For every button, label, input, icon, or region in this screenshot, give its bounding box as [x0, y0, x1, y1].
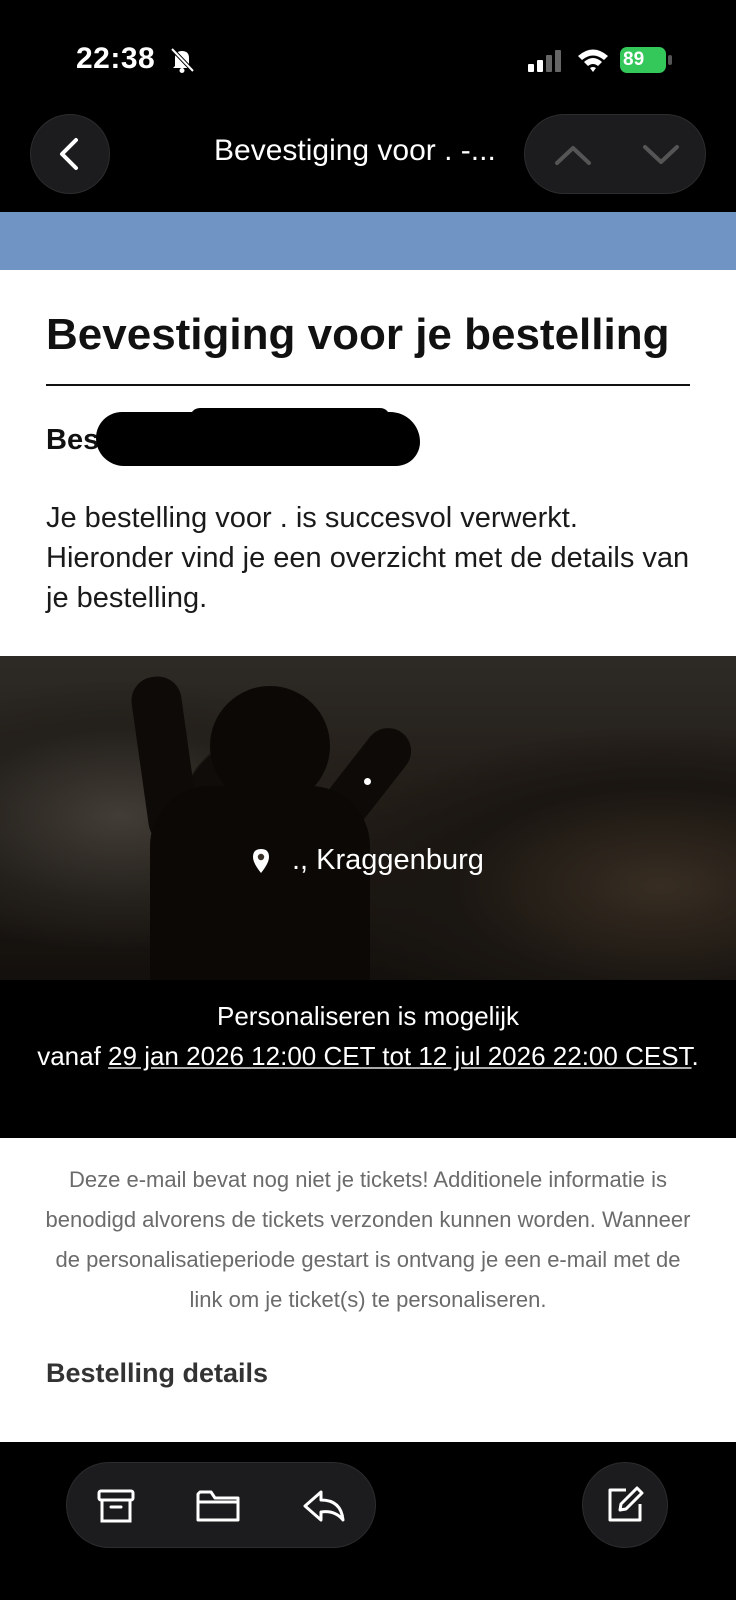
email-heading: Bevestiging voor je bestelling — [46, 310, 670, 359]
event-hero-image: ., Kraggenburg — [0, 656, 736, 980]
personalize-prefix: vanaf — [37, 1041, 101, 1071]
back-button[interactable] — [30, 114, 110, 194]
order-details-heading: Bestelling details — [46, 1358, 269, 1388]
battery-icon: 89 — [620, 47, 672, 73]
location-pin-icon — [253, 848, 269, 873]
status-time: 22:38 — [76, 42, 156, 75]
ticket-notice: Deze e-mail bevat nog niet je tickets! A… — [45, 1167, 691, 1312]
event-name-dot — [364, 778, 371, 785]
personalize-period-link[interactable]: 29 jan 2026 12:00 CET tot 12 jul 2026 22… — [108, 1041, 692, 1071]
compose-button[interactable] — [582, 1462, 668, 1548]
battery-level: 89 — [620, 47, 666, 73]
wifi-icon — [578, 49, 608, 72]
chevron-up-icon — [555, 146, 591, 165]
reply-icon — [303, 1490, 345, 1522]
chevron-left-icon — [60, 138, 78, 170]
mail-nav-bar: Bevestiging voor . -... — [0, 110, 736, 212]
mail-toolbar — [0, 1442, 736, 1600]
action-group — [66, 1462, 376, 1548]
compose-icon — [608, 1486, 644, 1522]
email-body: Bevestiging voor je bestelling Best Je b… — [0, 212, 736, 1442]
chevron-down-icon — [643, 145, 679, 164]
event-location: ., Kraggenburg — [252, 844, 484, 877]
archive-button[interactable] — [93, 1483, 139, 1529]
intro-text: Je bestelling voor . is succesvol verwer… — [46, 502, 690, 614]
previous-message-button[interactable] — [543, 131, 603, 179]
personalize-info: Personaliseren is mogelijk vanaf 29 jan … — [0, 980, 736, 1138]
personalize-title: Personaliseren is mogelijk — [216, 1001, 520, 1031]
redaction-mark — [190, 408, 390, 428]
signal-icon — [528, 50, 561, 72]
move-to-folder-button[interactable] — [195, 1483, 241, 1529]
message-navigation — [524, 114, 706, 194]
next-message-button[interactable] — [631, 131, 691, 179]
nav-title: Bevestiging voor . -... — [214, 134, 496, 167]
folder-icon — [196, 1490, 240, 1522]
divider — [46, 384, 690, 386]
reply-button[interactable] — [301, 1483, 347, 1529]
location-text: ., Kraggenburg — [292, 844, 484, 876]
status-bar: 22:38 89 — [0, 0, 736, 110]
archive-icon — [97, 1489, 135, 1523]
personalize-suffix: . — [691, 1041, 699, 1071]
bell-off-icon — [170, 47, 195, 73]
email-header-banner — [0, 212, 736, 270]
